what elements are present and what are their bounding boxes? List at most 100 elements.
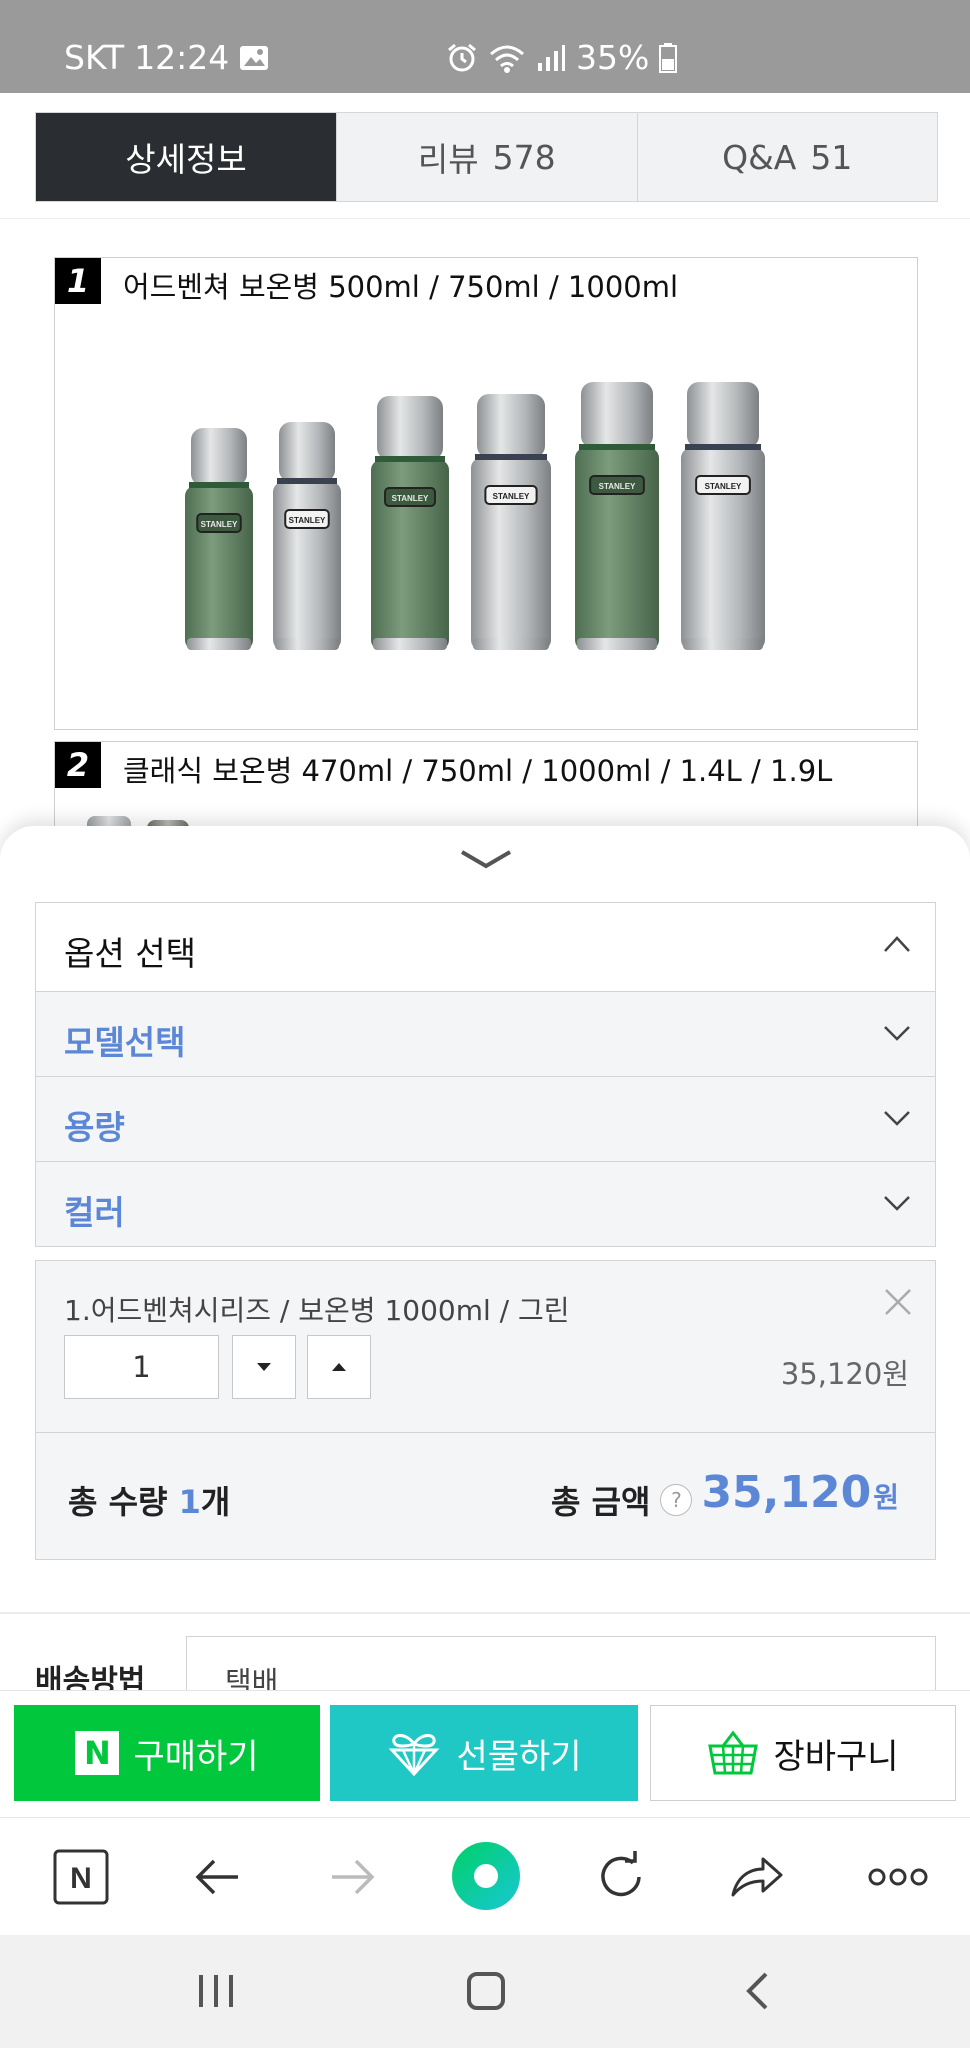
chevron-up-icon xyxy=(884,936,910,952)
quantity-input[interactable]: 1 xyxy=(64,1335,219,1399)
option-color-label: 컬러 xyxy=(64,1193,125,1232)
bottle-brand-label: STANLEY xyxy=(201,520,238,529)
chevron-down-icon xyxy=(884,1196,910,1211)
buy-button[interactable]: N 구매하기 xyxy=(14,1705,320,1801)
forward-button[interactable] xyxy=(320,1844,386,1910)
caret-up-icon xyxy=(332,1363,346,1371)
total-quantity-label: 총 수량 xyxy=(68,1483,168,1521)
collapse-chevron-icon[interactable] xyxy=(458,848,514,872)
purchase-button-bar: N 구매하기 선물하기 장바구니 xyxy=(0,1690,970,1816)
option-color-dropdown[interactable]: 컬러 xyxy=(36,1161,935,1246)
detail-tabs: 상세정보 리뷰 578 Q&A 51 xyxy=(35,112,938,202)
arrow-right-icon xyxy=(332,1859,375,1895)
caret-down-icon xyxy=(257,1363,271,1371)
tab-detail-label: 상세정보 xyxy=(125,140,247,179)
bottle-cap xyxy=(581,382,653,448)
naver-home-logo: N xyxy=(70,1862,92,1895)
bottle-base xyxy=(473,638,549,650)
tab-detail[interactable]: 상세정보 xyxy=(36,113,336,201)
bottle-band xyxy=(579,444,655,450)
bottle-cap xyxy=(279,422,335,482)
signal-icon xyxy=(538,44,565,71)
basket-icon xyxy=(708,1730,759,1775)
tab-qna[interactable]: Q&A 51 xyxy=(636,113,938,201)
divider xyxy=(0,218,970,219)
status-bar: SKT 12:24 35% xyxy=(0,0,970,93)
section-title: 클래식 보온병 470ml / 750ml / 1000ml / 1.4L / … xyxy=(123,754,833,788)
cart-button[interactable]: 장바구니 xyxy=(650,1705,956,1801)
tab-review-count: 578 xyxy=(492,137,556,177)
system-navigation-bar xyxy=(0,1935,970,2048)
option-model-label: 모델선택 xyxy=(64,1023,186,1062)
battery-icon xyxy=(659,42,678,73)
thermos-bottles-image: STANLEY STANLEY STANLEY STANLEY STANLEY STANL… xyxy=(185,382,765,650)
more-button[interactable] xyxy=(858,1844,938,1910)
selected-item-panel: 1.어드벤쳐시리즈 / 보온병 1000ml / 그린 1 35,120원 총 … xyxy=(35,1260,936,1560)
bottle-brand-label: STANLEY xyxy=(392,494,429,503)
selected-item-price: 35,120원 xyxy=(780,1357,909,1391)
alarm-icon xyxy=(448,43,476,71)
gift-button[interactable]: 선물하기 xyxy=(330,1705,638,1801)
bottle-cap xyxy=(191,428,247,486)
back-button[interactable] xyxy=(184,1844,250,1910)
tab-qna-count: 51 xyxy=(810,137,853,177)
bottle-brand-label: STANLEY xyxy=(705,482,742,491)
refresh-button[interactable] xyxy=(588,1844,654,1910)
bottle-brand-label: STANLEY xyxy=(599,482,636,491)
quantity-increase-button[interactable] xyxy=(307,1335,371,1399)
quantity-decrease-button[interactable] xyxy=(232,1335,296,1399)
option-header[interactable]: 옵션 선택 xyxy=(36,903,935,991)
bottle-cap xyxy=(377,396,443,460)
bottle-band xyxy=(375,456,445,462)
refresh-icon xyxy=(601,1851,641,1897)
recent-apps-icon[interactable] xyxy=(196,1973,236,2009)
option-capacity-dropdown[interactable]: 용량 xyxy=(36,1076,935,1161)
clock: 12:24 xyxy=(134,38,230,77)
option-select-panel: 옵션 선택 모델선택 용량 컬러 xyxy=(35,902,936,1247)
buy-button-label: 구매하기 xyxy=(133,1736,259,1777)
share-button[interactable] xyxy=(724,1844,790,1910)
bottle-band xyxy=(189,482,249,488)
option-model-dropdown[interactable]: 모델선택 xyxy=(36,991,935,1076)
carrier: SKT xyxy=(64,38,125,77)
bottle-body xyxy=(273,482,341,650)
tab-review-label: 리뷰 xyxy=(417,140,479,179)
chevron-down-icon xyxy=(884,1111,910,1126)
total-summary: 총 수량 1개 총 금액 ? 35,120원 xyxy=(36,1432,935,1560)
close-icon[interactable] xyxy=(883,1287,913,1317)
tab-review[interactable]: 리뷰 578 xyxy=(336,113,637,201)
total-quantity-unit: 개 xyxy=(200,1483,231,1521)
bottle-base xyxy=(683,638,763,650)
green-dot-button[interactable] xyxy=(448,1838,524,1914)
bottle-brand-label: STANLEY xyxy=(289,516,326,525)
section-number: 1 xyxy=(55,258,101,304)
home-icon[interactable] xyxy=(466,1971,506,2011)
section-number: 2 xyxy=(55,742,101,788)
share-icon xyxy=(731,1857,783,1897)
bottle-band xyxy=(685,444,761,450)
green-dot-icon xyxy=(452,1842,520,1910)
gift-button-label: 선물하기 xyxy=(456,1736,582,1777)
bottle-base xyxy=(373,638,447,650)
naver-home-button[interactable]: N xyxy=(48,1844,114,1910)
back-nav-icon[interactable] xyxy=(742,1971,772,2011)
help-icon[interactable]: ? xyxy=(660,1484,693,1516)
battery-percent: 35% xyxy=(576,38,650,77)
purchase-option-sheet: 옵션 선택 모델선택 용량 컬러 1.어드벤쳐시리즈 / 보온병 1000ml … xyxy=(0,826,970,1706)
bottle-base xyxy=(187,638,251,650)
more-icon xyxy=(868,1868,928,1886)
bottle-cap xyxy=(477,394,545,458)
browser-toolbar: N xyxy=(0,1817,970,1935)
total-amount-label: 총 금액 xyxy=(551,1483,651,1521)
bottle-base xyxy=(275,638,339,650)
tab-qna-label: Q&A xyxy=(722,137,797,177)
option-header-label: 옵션 선택 xyxy=(64,934,196,973)
gallery-icon xyxy=(240,45,269,70)
bottle-body xyxy=(185,486,253,650)
chevron-down-icon xyxy=(884,1026,910,1041)
naver-pay-logo: N xyxy=(75,1731,120,1775)
bottle-cap xyxy=(687,382,759,448)
total-quantity: 총 수량 1개 xyxy=(68,1477,230,1523)
cart-button-label: 장바구니 xyxy=(773,1736,899,1777)
divider xyxy=(0,1612,970,1614)
